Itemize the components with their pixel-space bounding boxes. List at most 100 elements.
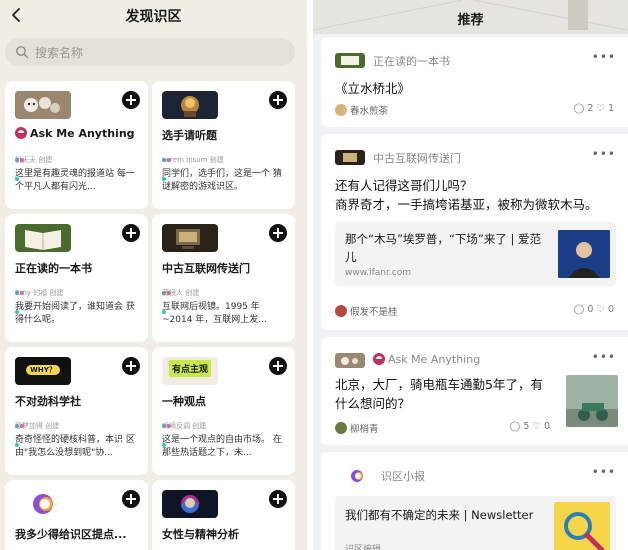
feed-post[interactable]: 正在读的一本书 ••• 《立水桥北》 春水煎茶 ◯ 2 ♡ 1 [321,37,628,127]
zone-thumbnail: WHY？ [15,357,71,385]
zone-creator: Tony 的福 创建 [15,289,64,297]
search-icon [16,46,29,59]
feed-post[interactable]: 中古互联网传送门 ••• 还有人记得这哥们儿吗？ 商界奇才，一手搞垮诺基亚，被称… [321,134,628,330]
zone-tag-thumbnail [335,150,365,165]
zone-card-women-psychoanalysis[interactable]: 女性与精神分析 [152,480,295,550]
left-header: 发现识区 [0,0,307,30]
zone-card-ask-me-anything[interactable]: Ask Me Anything 桃夭夭 创建 这里是有趣灵魂的报道站 每一个平凡… [5,81,148,209]
zone-thumbnail: 有点主观 [162,357,218,385]
post-text: 《立水桥北》 [335,81,411,96]
color-dots [15,280,29,314]
zone-description: 同学们，选手们，这是一个 猜谜解密的游戏识区。 [162,169,282,192]
thumbnail-text: WHY？ [26,365,60,375]
comment-icon[interactable]: ◯ [574,103,585,114]
zone-tag-thumbnail [335,53,365,68]
zone-card-odd-science[interactable]: WHY？ 不对劲科学社 耶梦加得 创建 奇奇怪怪的硬核科普，本识 区由"我怎么没… [5,347,148,475]
color-dots [15,147,29,181]
color-dots [162,147,176,181]
comment-icon[interactable]: ◯ [510,421,521,432]
zone-card-quiz[interactable]: 选手请听题 Lorem Ipsum 创建 同学们，选手们，这是一个 猜谜解密的游… [152,81,295,209]
color-dots [15,413,29,447]
feed-post[interactable]: 识区小报 ••• 我们都有不确定的未来 | Newsletter 识区编辑 [321,452,628,550]
zone-card-suggestions[interactable]: 我多少得给识区提点... [5,480,148,550]
ask-me-anything-logo-icon [15,127,27,139]
more-options-icon[interactable]: ••• [592,350,616,364]
zone-name: 选手请听题 [162,129,217,142]
link-image [554,502,610,550]
search-input[interactable]: 搜索名称 [5,38,295,66]
link-url: www.ifanr.com [345,268,411,278]
zone-name: Ask Me Anything [15,127,135,140]
join-zone-button[interactable] [269,357,287,375]
link-preview[interactable]: 我们都有不确定的未来 | Newsletter 识区编辑 [335,496,616,550]
like-icon[interactable]: ♡ [596,103,605,114]
post-author[interactable]: 假发不是桂 [335,304,398,318]
link-image [558,230,610,278]
zone-description: 这里是有趣灵魂的报道站 每一个平凡人都有闪光... [15,169,135,192]
post-stats: ◯ 2 ♡ 1 [573,103,614,114]
zone-description: 这是一个观点的自由市场。 在那些热话题之下，未... [162,435,282,458]
zone-thumbnail [15,91,71,119]
zone-name: 一种观点 [162,395,206,408]
post-zone-name[interactable]: 识区小报 [381,468,425,484]
search-placeholder: 搜索名称 [35,46,84,60]
post-text-line-2: 商界奇才，一手搞垮诺基亚，被称为微软木马。 [335,197,598,212]
more-options-icon[interactable]: ••• [592,147,616,161]
zone-description: 奇奇怪怪的硬核科普，本识 区由"我怎么没想到呢"协... [15,435,135,458]
newsletter-logo-icon [351,470,363,482]
post-zone-name[interactable]: 正在读的一本书 [373,53,450,69]
zone-thumbnail [162,490,218,518]
zone-creator: 耶梦加得 创建 [15,422,60,430]
zone-creator: 嘀嘀反调 创建 [162,422,207,430]
post-text-line-1: 还有人记得这哥们儿吗？ [335,178,473,193]
color-dots [162,413,176,447]
like-icon[interactable]: ♡ [596,304,605,315]
right-header: 推荐 [313,0,628,34]
join-zone-button[interactable] [269,224,287,242]
page-title: 推荐 [457,13,484,28]
join-zone-button[interactable] [269,490,287,508]
post-image[interactable] [566,375,618,427]
link-preview[interactable]: 那个“木马”埃罗普，“下场”来了 | 爱范儿 www.ifanr.com [335,222,616,286]
zone-thumbnail [162,91,218,119]
comment-icon[interactable]: ◯ [574,304,585,315]
avatar [335,104,347,116]
more-options-icon[interactable]: ••• [592,50,616,64]
zone-card-retro-internet[interactable]: 中古互联网传送门 藏镜人 创建 互联网后视镜。1995 年 ~2014 年，互联… [152,214,295,342]
zone-tag-thumbnail [335,353,365,368]
avatar [335,305,347,317]
join-zone-button[interactable] [122,490,140,508]
zone-creator: 桃夭夭 创建 [15,156,53,164]
feed-post[interactable]: Ask Me Anything ••• 北京，大厂，骑电瓶车通勤5年了，有 什么… [321,337,628,445]
zone-card-reading-book[interactable]: 正在读的一本书 Tony 的福 创建 我要开始阅读了，谁知道会 获得什么呢。 [5,214,148,342]
zone-name: 我多少得给识区提点... [15,528,127,541]
join-zone-button[interactable] [122,357,140,375]
zone-creator: Lorem Ipsum 创建 [162,156,224,164]
zone-thumbnail [162,224,218,252]
more-options-icon[interactable]: ••• [592,465,616,479]
link-subtitle: 识区编辑 [345,545,382,550]
like-icon[interactable]: ♡ [532,421,541,432]
join-zone-button[interactable] [122,91,140,109]
zone-name: 不对劲科学社 [15,395,81,408]
color-dots [162,280,176,314]
avatar [335,422,347,434]
recommend-panel: 推荐 正在读的一本书 ••• 《立水桥北》 春水煎茶 ◯ 2 ♡ 1 中古互联网… [313,0,628,550]
page-title: 发现识区 [125,9,182,25]
zone-thumbnail [15,490,71,518]
zone-thumbnail [15,224,71,252]
post-author[interactable]: 春水煎茶 [335,103,388,117]
post-stats: ◯ 5 ♡ 0 [509,421,550,432]
zone-card-opinion[interactable]: 有点主观 一种观点 嘀嘀反调 创建 这是一个观点的自由市场。 在那些热话题之下，… [152,347,295,475]
post-zone-name[interactable]: Ask Me Anything [373,353,480,366]
ask-me-anything-logo-icon [373,353,385,365]
zone-name: 中古互联网传送门 [162,262,250,275]
thumbnail-text: 有点主观 [168,360,211,377]
zone-description: 我要开始阅读了，谁知道会 获得什么呢。 [15,302,135,325]
join-zone-button[interactable] [122,224,140,242]
post-stats: ◯ 0 ♡ 0 [573,304,614,315]
zone-creator: 藏镜人 创建 [162,289,200,297]
post-zone-name[interactable]: 中古互联网传送门 [373,150,461,166]
join-zone-button[interactable] [269,91,287,109]
post-author[interactable]: 柳梢青 [335,421,379,435]
